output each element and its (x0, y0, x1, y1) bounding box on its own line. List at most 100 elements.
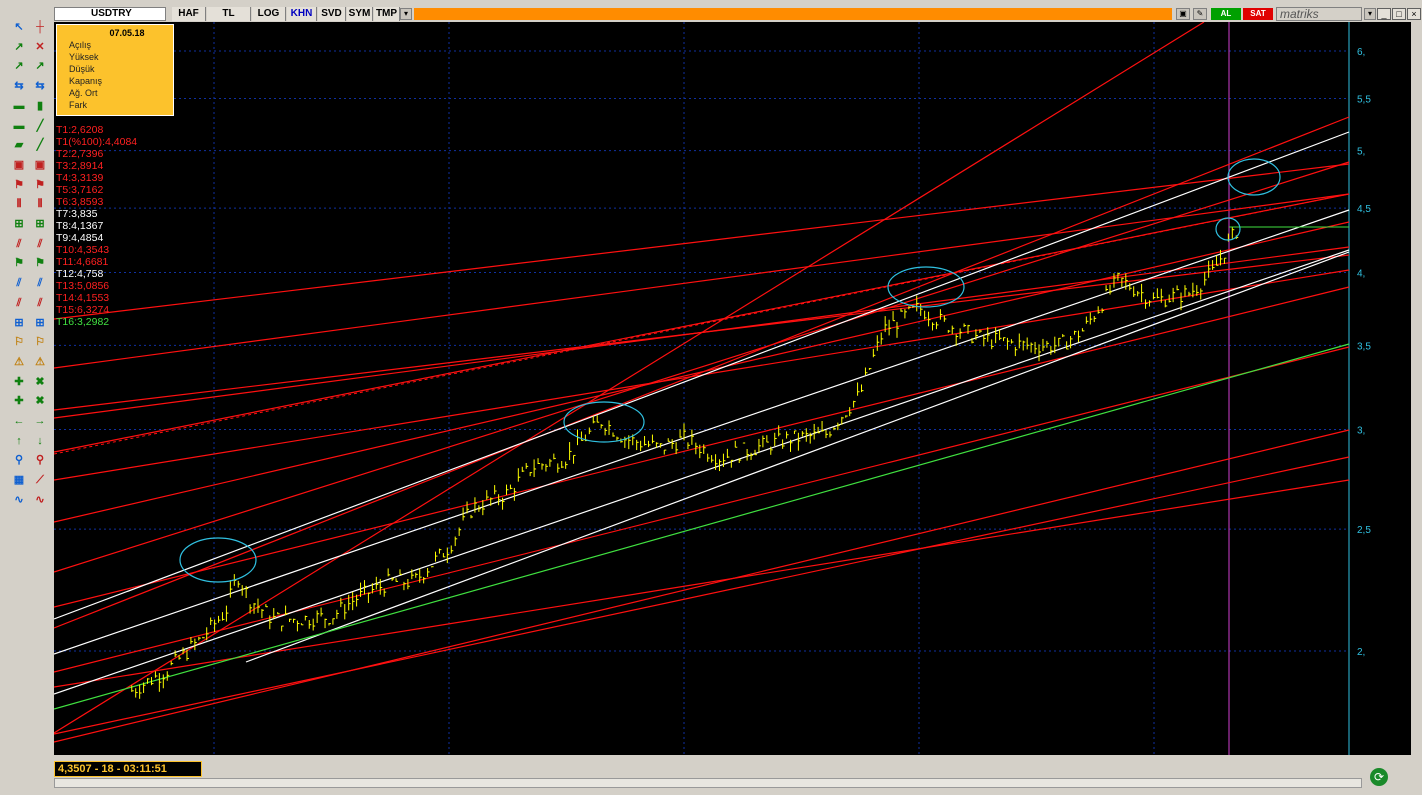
dropdown-icon[interactable]: ▾ (400, 8, 412, 20)
level-label: T1:2,6208 (56, 124, 104, 136)
ohlc-infobox: 07.05.18 Açılış Yüksek Düşük Kapanış Ağ.… (56, 24, 174, 116)
drawing-tool-icon[interactable]: ↓ (31, 433, 49, 449)
drawing-tool-icon[interactable]: ⇆ (31, 78, 49, 94)
tmp-button[interactable]: TMP (374, 7, 400, 21)
support-line (54, 343, 1350, 710)
drawing-tool-icon[interactable]: ⫽ (31, 236, 49, 252)
level-label: T15:6,3274 (56, 304, 110, 316)
svd-button[interactable]: SVD (318, 7, 346, 21)
drawing-tool-icon[interactable]: ▦ (10, 472, 28, 488)
brand-logo: matriks (1276, 7, 1362, 21)
drawing-tool-icon[interactable]: ⊞ (31, 315, 49, 331)
drawing-tool-icon[interactable]: ∿ (10, 492, 28, 508)
level-label: T11:4,6681 (56, 256, 109, 268)
drawing-tool-icon[interactable]: ⫴ (10, 196, 28, 212)
chart-canvas[interactable]: 14151617186,5,55,4,54,3,53,2,52, (54, 22, 1411, 755)
drawing-tool-icon[interactable]: ⚑ (31, 177, 49, 193)
drawing-tool-icon[interactable]: ✚ (10, 393, 28, 409)
drawing-tool-icon[interactable]: ∿ (31, 492, 49, 508)
drawing-tool-icon[interactable]: ✚ (10, 374, 28, 390)
drawing-tool-icon[interactable]: ⚠ (31, 354, 49, 370)
drawing-tool-icon[interactable]: ← (10, 413, 28, 429)
vertical-scrollbar[interactable] (1411, 22, 1422, 755)
drawing-tool-icon[interactable]: ⚑ (31, 255, 49, 271)
brand-dropdown-icon[interactable]: ▾ (1364, 8, 1376, 20)
channel-line (245, 251, 1350, 663)
drawing-tool-icon[interactable]: ╱ (31, 137, 49, 153)
price-chart[interactable]: 14151617186,5,55,4,54,3,53,2,52, (54, 22, 1411, 755)
level-line (54, 22, 1205, 734)
drawing-tool-icon[interactable]: ▣ (31, 157, 49, 173)
drawing-tool-icon[interactable]: ▰ (10, 137, 28, 153)
progress-bar (414, 8, 1172, 20)
channel-line (54, 249, 1350, 695)
drawing-tool-icon[interactable]: ✖ (31, 393, 49, 409)
level-line (54, 346, 1350, 673)
symbol-label: USDTRY (91, 8, 132, 19)
sym-button[interactable]: SYM (347, 7, 373, 21)
drawing-tool-icon[interactable]: ⚐ (31, 334, 49, 350)
drawing-tool-icon[interactable]: ⫴ (31, 196, 49, 212)
level-label: T8:4,1367 (56, 220, 104, 232)
symbol-field[interactable]: USDTRY (54, 7, 166, 21)
drawing-tool-icon[interactable]: ⫽ (10, 275, 28, 291)
sell-button[interactable]: SAT (1243, 8, 1273, 20)
pencil-icon[interactable]: ✎ (1193, 8, 1207, 20)
channel-line (54, 209, 1350, 655)
drawing-tool-icon[interactable]: ⚠ (10, 354, 28, 370)
drawing-tool-icon[interactable]: ⊞ (31, 216, 49, 232)
drawing-tool-icon[interactable]: → (31, 413, 49, 429)
khn-button[interactable]: KHN (287, 7, 317, 21)
drawing-tool-icon[interactable]: ⚐ (10, 334, 28, 350)
horizontal-scrollbar[interactable] (54, 778, 1362, 788)
close-icon[interactable]: × (1407, 8, 1421, 20)
y-tick-label: 2,5 (1357, 525, 1371, 536)
drawing-toolbar: ↖ ┼ ↗ ✕ ↗ ↗ ⇆ ⇆ ▬ ▮ ▬ ╱ ▰ ╱ ▣ ▣ ⚑ ⚑ ⫴ ⫴ ⊞ ⊞ ⫽ ⫽ ⚑ ⚑ ⫽ ⫽ ⫽ ⫽ ⊞ ⊞ ⚐ ⚐ ⚠ ⚠ ✚ ✖ ✚ ✖… (7, 17, 53, 722)
drawing-tool-icon[interactable]: ⚑ (10, 177, 28, 193)
infobox-open: Açılış (69, 40, 92, 50)
maximize-icon[interactable]: □ (1392, 8, 1406, 20)
y-tick-label: 5, (1357, 147, 1365, 158)
y-tick-label: 3, (1357, 426, 1365, 437)
drawing-tool-icon[interactable]: ↗ (10, 58, 28, 74)
drawing-tool-icon[interactable]: ↑ (10, 433, 28, 449)
infobox-low: Düşük (69, 64, 95, 74)
level-label: T1(%100):4,4084 (56, 136, 138, 148)
drawing-tool-icon[interactable]: ⟋ (31, 472, 49, 488)
drawing-tool-icon[interactable]: ┼ (31, 19, 49, 35)
period-button[interactable]: HAF (172, 7, 206, 21)
drawing-tool-icon[interactable]: ↗ (31, 58, 49, 74)
log-scale-button[interactable]: LOG (252, 7, 286, 21)
y-tick-label: 2, (1357, 647, 1365, 658)
y-tick-label: 6, (1357, 47, 1365, 58)
level-label: T4:3,3139 (56, 172, 104, 184)
drawing-tool-icon[interactable]: ▬ (10, 118, 28, 134)
drawing-tool-icon[interactable]: ↗ (10, 39, 28, 55)
drawing-tool-icon[interactable]: ⊞ (10, 315, 28, 331)
drawing-tool-icon[interactable]: ▬ (10, 98, 28, 114)
level-label: T16:3,2982 (56, 316, 110, 328)
drawing-tool-icon[interactable]: ⚲ (10, 452, 28, 468)
drawing-tool-icon[interactable]: ⚑ (10, 255, 28, 271)
buy-button[interactable]: AL (1211, 8, 1241, 20)
drawing-tool-icon[interactable]: ⫽ (31, 295, 49, 311)
window-icon[interactable]: ▣ (1176, 8, 1190, 20)
currency-button[interactable]: TL (207, 7, 251, 21)
level-line (54, 193, 1350, 369)
drawing-tool-icon[interactable]: ⫽ (10, 295, 28, 311)
drawing-tool-icon[interactable]: ▣ (10, 157, 28, 173)
drawing-tool-icon[interactable]: ⫽ (31, 275, 49, 291)
drawing-tool-icon[interactable]: ↖ (10, 19, 28, 35)
level-label: T5:3,7162 (56, 184, 104, 196)
minimize-icon[interactable]: _ (1377, 8, 1391, 20)
drawing-tool-icon[interactable]: ⇆ (10, 78, 28, 94)
drawing-tool-icon[interactable]: ╱ (31, 118, 49, 134)
drawing-tool-icon[interactable]: ▮ (31, 98, 49, 114)
drawing-tool-icon[interactable]: ⊞ (10, 216, 28, 232)
level-label: T12:4,758 (56, 268, 104, 280)
drawing-tool-icon[interactable]: ⫽ (10, 236, 28, 252)
drawing-tool-icon[interactable]: ✕ (31, 39, 49, 55)
refresh-icon[interactable]: ⟳ (1370, 768, 1388, 786)
drawing-tool-icon[interactable]: ✖ (31, 374, 49, 390)
drawing-tool-icon[interactable]: ⚲ (31, 452, 49, 468)
